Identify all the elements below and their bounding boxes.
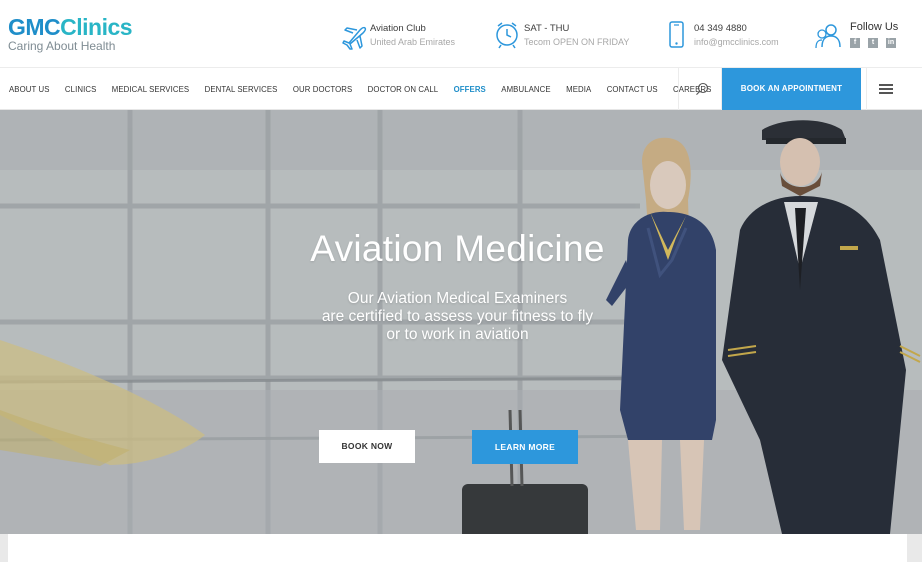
clock-icon xyxy=(494,20,522,50)
book-appointment-button[interactable]: BOOK AN APPOINTMENT xyxy=(722,68,861,110)
facebook-icon[interactable]: f xyxy=(850,38,860,48)
menu-bar xyxy=(879,84,893,86)
hero-title: Aviation Medicine xyxy=(310,228,605,269)
hero-banner: Aviation Medicine Our Aviation Medical E… xyxy=(0,110,922,534)
logo-tagline: Caring About Health xyxy=(8,39,116,53)
follow-us-label: Follow Us xyxy=(850,21,899,33)
nav-our-doctors[interactable]: OUR DOCTORS xyxy=(293,85,352,94)
email-address[interactable]: info@gmcclinics.com xyxy=(694,37,779,47)
aviation-club-info: Aviation Club United Arab Emirates xyxy=(340,20,480,52)
phone-number[interactable]: 04 349 4880 xyxy=(694,23,747,34)
content-card xyxy=(8,534,907,562)
social-links: f t in xyxy=(850,38,896,48)
menu-bar xyxy=(879,92,893,94)
aviation-club-title: Aviation Club xyxy=(370,23,426,34)
nav-media[interactable]: MEDIA xyxy=(566,85,591,94)
logo-gmc: GMC xyxy=(8,14,61,40)
opening-hours-info: SAT - THU Tecom OPEN ON FRIDAY xyxy=(494,20,644,52)
follow-us: Follow Us f t in xyxy=(814,20,914,54)
search-button[interactable] xyxy=(678,68,722,110)
hero-subtitle-line: are certified to assess your fitness to … xyxy=(321,308,594,325)
nav-about-us[interactable]: ABOUT US xyxy=(9,85,50,94)
nav-contact-us[interactable]: CONTACT US xyxy=(607,85,658,94)
top-header: GMCClinics Caring About Health Aviation … xyxy=(0,0,922,68)
book-now-button[interactable]: BOOK NOW xyxy=(319,430,415,463)
nav-medical-services[interactable]: MEDICAL SERVICES xyxy=(112,85,189,94)
menu-bar xyxy=(879,88,893,90)
opening-days: SAT - THU xyxy=(524,23,570,34)
nav-items: ABOUT US CLINICS MEDICAL SERVICES DENTAL… xyxy=(9,68,727,110)
logo[interactable]: GMCClinics Caring About Health xyxy=(8,14,133,53)
logo-wordmark: GMCClinics xyxy=(8,14,133,40)
nav-dental-services[interactable]: DENTAL SERVICES xyxy=(205,85,278,94)
linkedin-icon[interactable]: in xyxy=(886,38,896,48)
people-icon xyxy=(814,22,844,50)
hero-subtitle-line: or to work in aviation xyxy=(386,326,529,343)
hero-subtitle: Our Aviation Medical Examiners are certi… xyxy=(0,290,915,344)
airplane-icon xyxy=(340,20,368,50)
hero-subtitle-line: Our Aviation Medical Examiners xyxy=(347,290,568,307)
opening-note: Tecom OPEN ON FRIDAY xyxy=(524,37,630,47)
nav-doctor-on-call[interactable]: DOCTOR ON CALL xyxy=(368,85,439,94)
nav-ambulance[interactable]: AMBULANCE xyxy=(501,85,550,94)
aviation-club-location: United Arab Emirates xyxy=(370,37,456,47)
learn-more-button[interactable]: LEARN MORE xyxy=(472,430,578,464)
logo-clinics: Clinics xyxy=(60,14,133,40)
nav-offers[interactable]: OFFERS xyxy=(454,85,486,94)
main-nav: ABOUT US CLINICS MEDICAL SERVICES DENTAL… xyxy=(0,68,922,110)
hamburger-menu-button[interactable] xyxy=(866,68,906,110)
contact-info: 04 349 4880 info@gmcclinics.com xyxy=(666,20,796,52)
phone-icon xyxy=(666,20,694,50)
search-icon xyxy=(696,82,709,95)
twitter-icon[interactable]: t xyxy=(868,38,878,48)
nav-clinics[interactable]: CLINICS xyxy=(65,85,96,94)
